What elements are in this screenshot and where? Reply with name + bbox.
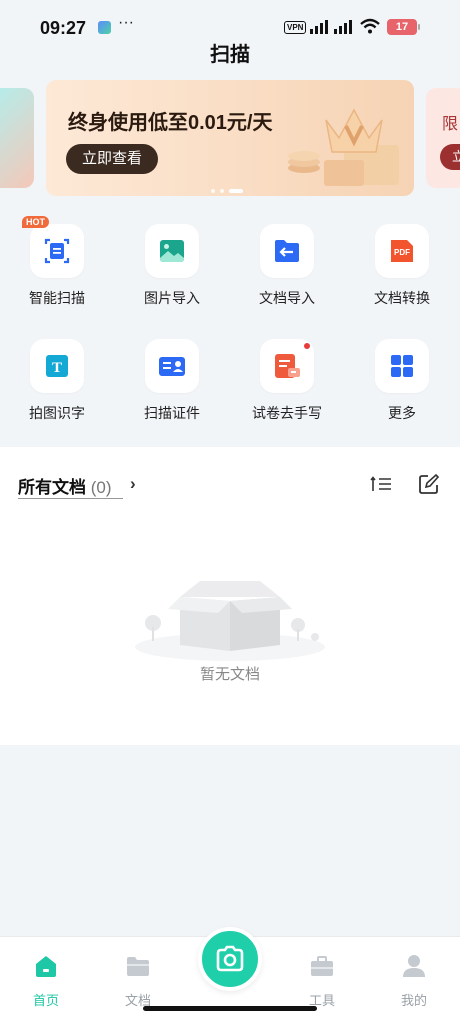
carousel-indicator — [211, 180, 248, 196]
tab-label: 我的 — [400, 993, 427, 1008]
battery-indicator: 17 — [387, 19, 420, 35]
chevron-right-icon[interactable]: › — [130, 474, 136, 494]
tool-text-recognition[interactable]: T 拍图识字 — [7, 339, 107, 423]
tool-label: 文档转换 — [374, 290, 430, 306]
next-banner-text: 限 — [442, 116, 459, 133]
svg-text:T: T — [52, 360, 62, 376]
folder-icon — [127, 957, 149, 976]
sort-icon[interactable] — [370, 475, 392, 493]
id-card-icon — [159, 357, 185, 376]
tab-home[interactable]: 首页 — [16, 953, 76, 1009]
tool-label: 图片导入 — [144, 290, 200, 306]
more-grid-icon — [391, 355, 413, 377]
banner-prev-slide[interactable] — [0, 88, 34, 188]
camera-icon — [216, 945, 244, 972]
tool-label: 拍图识字 — [29, 405, 85, 421]
more-notifications-icon: ··· — [118, 14, 134, 31]
all-documents-link[interactable]: 所有文档 (0) — [18, 473, 112, 498]
smart-scan-icon — [44, 238, 70, 264]
image-import-icon — [160, 240, 184, 262]
tool-label: 智能扫描 — [29, 290, 85, 306]
tab-profile[interactable]: 我的 — [384, 953, 444, 1009]
edit-icon[interactable] — [418, 473, 440, 495]
new-indicator-dot — [304, 343, 310, 349]
hot-badge: HOT — [22, 216, 49, 228]
banner-next-slide[interactable]: 限 立 — [426, 88, 460, 188]
documents-section: 所有文档 (0) › 暂无文档 — [0, 447, 460, 745]
documents-count: (0) — [90, 478, 112, 497]
pdf-convert-icon: PDF — [391, 240, 413, 262]
vpn-badge: VPN — [284, 21, 307, 34]
tool-document-convert[interactable]: PDF 文档转换 — [352, 224, 452, 308]
app-notification-icon — [98, 21, 111, 34]
status-time: 09:27 — [40, 18, 87, 38]
toolbox-icon — [311, 956, 333, 976]
tool-smart-scan[interactable]: HOT 智能扫描 — [7, 216, 107, 308]
svg-text:PDF: PDF — [394, 248, 410, 257]
empty-state-text: 暂无文档 — [199, 666, 260, 683]
home-indicator[interactable] — [143, 1006, 317, 1011]
tool-more[interactable]: 更多 — [352, 339, 452, 423]
text-recognition-icon: T — [46, 355, 68, 377]
camera-scan-button[interactable] — [198, 927, 262, 991]
tab-label: 首页 — [32, 993, 59, 1008]
next-banner-button: 立 — [440, 144, 460, 170]
home-icon — [36, 956, 56, 977]
banner-headline: 终身使用低至0.01元/天 — [68, 112, 273, 134]
documents-title: 所有文档 — [18, 478, 86, 497]
tool-document-import[interactable]: 文档导入 — [237, 224, 337, 308]
wifi-icon — [360, 18, 380, 34]
tool-remove-handwriting[interactable]: 试卷去手写 — [237, 339, 337, 423]
signal-icon — [310, 20, 352, 34]
tool-label: 试卷去手写 — [252, 405, 322, 421]
tool-label: 扫描证件 — [144, 405, 200, 421]
tab-tools[interactable]: 工具 — [292, 953, 352, 1009]
tool-image-import[interactable]: 图片导入 — [122, 224, 222, 308]
tool-id-scan[interactable]: 扫描证件 — [122, 339, 222, 423]
tool-label: 文档导入 — [259, 290, 315, 306]
profile-icon — [403, 955, 425, 977]
empty-box-illustration — [135, 581, 325, 661]
page-title: 扫描 — [210, 44, 250, 66]
title-underline — [18, 498, 123, 499]
tab-documents[interactable]: 文档 — [108, 953, 168, 1009]
tool-label: 更多 — [388, 405, 416, 421]
document-import-icon — [275, 240, 299, 262]
vip-crown-illustration — [288, 108, 399, 186]
banner-view-button[interactable]: 立即查看 — [66, 144, 158, 174]
promo-banner[interactable]: 终身使用低至0.01元/天 立即查看 — [46, 80, 414, 196]
